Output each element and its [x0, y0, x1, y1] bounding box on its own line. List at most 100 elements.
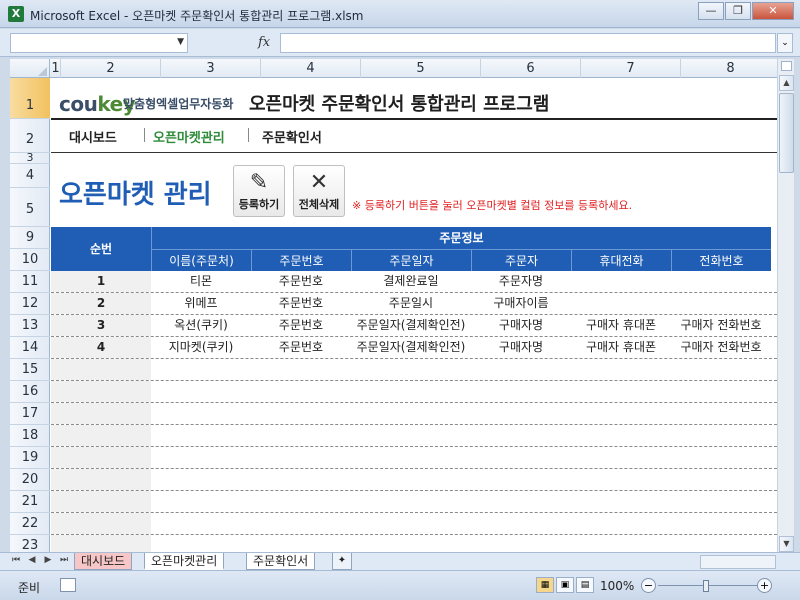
table-cell[interactable]: 구매자 휴대폰 [571, 315, 671, 336]
table-cell[interactable] [671, 271, 771, 292]
insert-sheet-icon[interactable]: ✦ [332, 553, 352, 570]
restore-button[interactable]: ❐ [725, 2, 751, 20]
table-cell[interactable]: 구매자 휴대폰 [571, 337, 671, 358]
zoom-out-button[interactable]: − [641, 578, 656, 593]
scroll-up-icon[interactable]: ▲ [779, 75, 794, 91]
row-header[interactable]: 3 [10, 152, 50, 164]
page-layout-icon[interactable]: ▣ [556, 577, 574, 593]
table-cell[interactable]: 구매자명 [471, 337, 571, 358]
column-header[interactable]: 4 [261, 59, 361, 78]
last-sheet-icon[interactable]: ⏭ [58, 555, 70, 565]
row-header[interactable]: 13 [10, 315, 50, 337]
table-cell[interactable]: 주문번호 [251, 293, 351, 314]
row-header[interactable]: 16 [10, 381, 50, 403]
name-box[interactable]: ▼ [10, 33, 188, 53]
table-cell[interactable]: 주문번호 [251, 337, 351, 358]
row-header[interactable]: 23 [10, 535, 50, 552]
horizontal-scrollbar[interactable] [700, 555, 776, 569]
table-row[interactable] [51, 513, 777, 535]
table-cell[interactable]: 위메프 [151, 293, 251, 314]
table-row[interactable] [51, 469, 777, 491]
tab-dashboard[interactable]: 대시보드 [74, 553, 133, 570]
row-header[interactable]: 5 [10, 188, 50, 227]
table-row[interactable] [51, 535, 777, 552]
expand-formula-bar-button[interactable]: ⌄ [777, 33, 793, 53]
nav-item-order-confirmation[interactable]: 주문확인서 [262, 127, 322, 146]
next-sheet-icon[interactable]: ▶ [42, 555, 54, 565]
row-header[interactable]: 20 [10, 469, 50, 491]
table-cell[interactable]: 주문일자(결제확인전) [351, 337, 471, 358]
nav-item-openmarket[interactable]: 오픈마켓관리 [153, 127, 225, 146]
row-header[interactable]: 2 [10, 119, 50, 153]
insert-function-icon[interactable]: fx [258, 35, 270, 50]
tab-order-confirmation[interactable]: 주문확인서 [246, 553, 316, 570]
table-cell[interactable]: 옥션(쿠키) [151, 315, 251, 336]
table-cell[interactable]: 주문일시 [351, 293, 471, 314]
row-header[interactable]: 15 [10, 359, 50, 381]
table-cell[interactable] [571, 271, 671, 292]
row-header[interactable]: 21 [10, 491, 50, 513]
minimize-button[interactable]: — [698, 2, 724, 20]
column-header[interactable]: 2 [61, 59, 161, 78]
table-cell[interactable] [671, 293, 771, 314]
formula-input[interactable] [280, 33, 776, 53]
table-row[interactable]: 4 지마켓(쿠키) 주문번호 주문일자(결제확인전) 구매자명 구매자 휴대폰 … [51, 337, 777, 359]
table-row[interactable]: 3 옥션(쿠키) 주문번호 주문일자(결제확인전) 구매자명 구매자 휴대폰 구… [51, 315, 777, 337]
scroll-thumb[interactable] [779, 93, 794, 173]
table-row[interactable] [51, 403, 777, 425]
tab-openmarket[interactable]: 오픈마켓관리 [144, 553, 225, 570]
table-cell[interactable]: 결제완료일 [351, 271, 471, 292]
row-header[interactable]: 9 [10, 227, 50, 249]
table-row[interactable] [51, 381, 777, 403]
close-button[interactable]: ✕ [752, 2, 794, 20]
row-header[interactable]: 18 [10, 425, 50, 447]
table-row[interactable] [51, 425, 777, 447]
table-row[interactable]: 2 위메프 주문번호 주문일시 구매자이름 [51, 293, 777, 315]
column-header[interactable]: 1 [51, 59, 61, 78]
table-cell[interactable] [571, 293, 671, 314]
row-header[interactable]: 1 [10, 78, 50, 119]
scroll-down-icon[interactable]: ▼ [779, 536, 794, 552]
table-row[interactable] [51, 491, 777, 513]
row-header[interactable]: 12 [10, 293, 50, 315]
column-header[interactable]: 5 [361, 59, 481, 78]
table-row[interactable]: 1 티몬 주문번호 결제완료일 주문자명 [51, 271, 777, 293]
vertical-scrollbar[interactable]: ▲ ▼ [777, 59, 794, 552]
column-header[interactable]: 8 [681, 59, 777, 78]
page-break-icon[interactable]: ▤ [576, 577, 594, 593]
column-header[interactable]: 6 [481, 59, 581, 78]
row-header[interactable]: 22 [10, 513, 50, 535]
zoom-level[interactable]: 100% [600, 579, 634, 593]
table-cell[interactable]: 구매자 전화번호 [671, 337, 771, 358]
prev-sheet-icon[interactable]: ◀ [26, 555, 38, 565]
table-cell[interactable]: 구매자 전화번호 [671, 315, 771, 336]
row-header[interactable]: 10 [10, 249, 50, 271]
table-cell[interactable]: 주문일자(결제확인전) [351, 315, 471, 336]
row-header[interactable]: 4 [10, 164, 50, 188]
register-button[interactable]: ✎ 등록하기 [233, 165, 285, 217]
row-header[interactable]: 19 [10, 447, 50, 469]
normal-view-icon[interactable]: ▦ [536, 577, 554, 593]
table-row[interactable] [51, 359, 777, 381]
table-cell[interactable]: 주문자명 [471, 271, 571, 292]
chevron-down-icon[interactable]: ▼ [177, 37, 184, 47]
table-row[interactable] [51, 447, 777, 469]
first-sheet-icon[interactable]: ⏮ [10, 555, 22, 565]
table-cell[interactable]: 구매자이름 [471, 293, 571, 314]
column-header[interactable]: 7 [581, 59, 681, 78]
table-cell[interactable]: 구매자명 [471, 315, 571, 336]
row-header[interactable]: 17 [10, 403, 50, 425]
nav-item-dashboard[interactable]: 대시보드 [69, 127, 117, 146]
select-all-corner[interactable] [10, 59, 50, 78]
split-handle[interactable] [781, 61, 792, 71]
row-header[interactable]: 14 [10, 337, 50, 359]
table-cell[interactable]: 지마켓(쿠키) [151, 337, 251, 358]
table-cell[interactable]: 티몬 [151, 271, 251, 292]
record-macro-icon[interactable] [60, 578, 76, 592]
table-cell[interactable]: 주문번호 [251, 315, 351, 336]
row-header[interactable]: 11 [10, 271, 50, 293]
table-cell[interactable]: 주문번호 [251, 271, 351, 292]
delete-all-button[interactable]: ✕ 전체삭제 [293, 165, 345, 217]
zoom-slider-thumb[interactable] [703, 580, 709, 592]
column-header[interactable]: 3 [161, 59, 261, 78]
